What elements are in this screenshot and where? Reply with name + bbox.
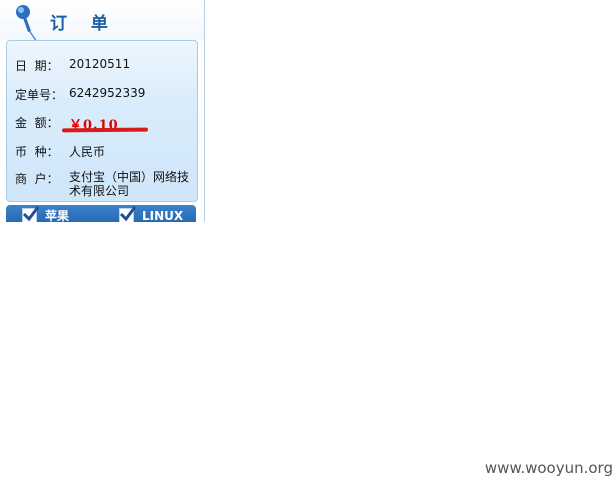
order-number-label: 定单号： (15, 88, 64, 102)
order-panel: 订 单 日 期： 20120511 定单号： 6242952339 金 额： ￥0.1… (0, 0, 205, 222)
option-linux[interactable]: LINUX (119, 206, 184, 222)
order-number-value: 6242952339 (69, 86, 146, 100)
amount-underline-annotation (61, 127, 149, 133)
currency-row: 币 种： 人民币 (15, 143, 105, 160)
panel-title: 订 单 (50, 14, 117, 34)
date-row: 日 期： 20120511 (15, 57, 130, 74)
panel-header: 订 单 (0, 0, 204, 46)
option-linux-label: LINUX (142, 209, 184, 222)
checkbox-checked-icon[interactable] (119, 206, 136, 222)
merchant-value: 支付宝（中国）网络技术有限公司 (69, 170, 190, 198)
merchant-label: 商 户： (15, 172, 59, 186)
option-apple-label: 苹果 (45, 209, 70, 222)
page: 订 单 日 期： 20120511 定单号： 6242952339 金 额： ￥0.1… (0, 0, 615, 480)
option-bar: 苹果 LINUX (6, 205, 196, 222)
currency-value: 人民币 (69, 145, 106, 159)
date-value: 20120511 (69, 57, 131, 71)
option-apple[interactable]: 苹果 (22, 206, 70, 222)
currency-label: 币 种： (15, 145, 59, 159)
order-number-row: 定单号： 6242952339 (15, 86, 145, 103)
watermark: www.wooyun.org (484, 459, 613, 477)
date-label: 日 期： (15, 59, 59, 73)
amount-label: 金 额： (15, 116, 59, 130)
merchant-row: 商 户： 支付宝（中国）网络技术有限公司 (15, 170, 194, 198)
checkbox-checked-icon[interactable] (22, 206, 39, 222)
